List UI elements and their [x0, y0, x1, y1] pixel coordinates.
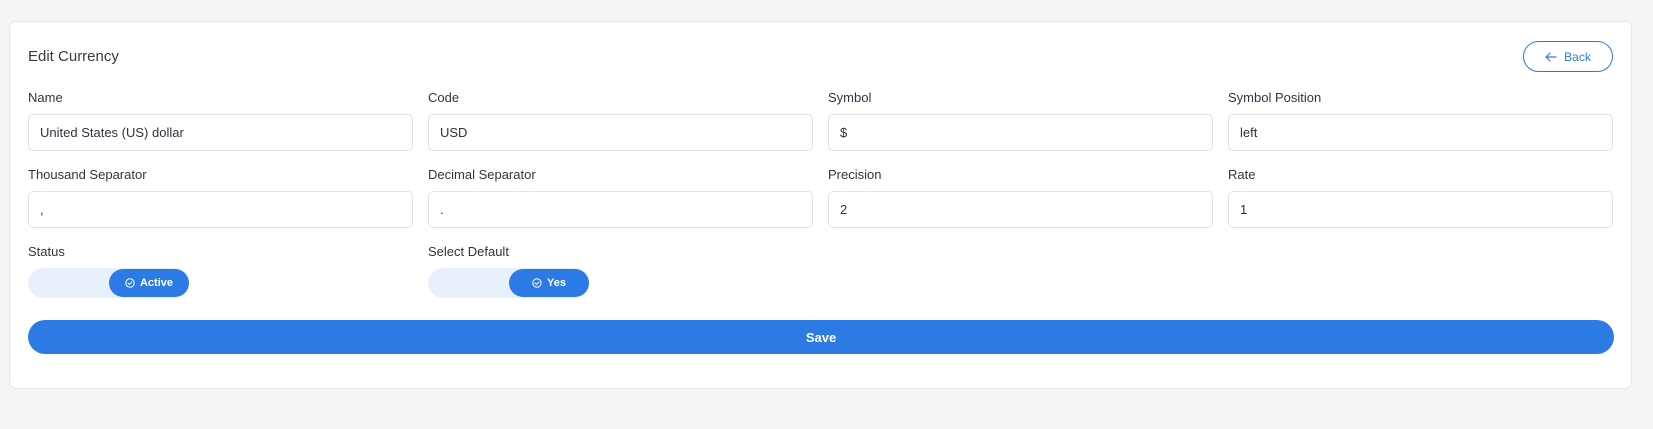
rate-label: Rate: [1228, 167, 1256, 182]
back-button-label: Back: [1564, 49, 1591, 64]
symbol-position-label: Symbol Position: [1228, 90, 1322, 105]
symbol-input[interactable]: [828, 114, 1213, 151]
field-symbol-position: Symbol Position: [1228, 89, 1613, 151]
thousand-separator-label: Thousand Separator: [28, 167, 147, 182]
select-default-toggle[interactable]: Yes: [428, 268, 589, 298]
select-default-label: Select Default: [428, 244, 509, 259]
toggle-row: Status Active Select Default Yes: [28, 243, 828, 298]
code-input[interactable]: [428, 114, 813, 151]
precision-label: Precision: [828, 167, 882, 182]
back-button[interactable]: Back: [1523, 41, 1613, 72]
status-toggle-label: Active: [139, 277, 174, 289]
check-circle-icon: [125, 278, 135, 288]
field-thousand-separator: Thousand Separator: [28, 166, 413, 228]
field-decimal-separator: Decimal Separator: [428, 166, 813, 228]
field-precision: Precision: [828, 166, 1213, 228]
symbol-position-input[interactable]: [1228, 114, 1613, 151]
save-button[interactable]: Save: [28, 320, 1614, 354]
field-symbol: Symbol: [828, 89, 1213, 151]
field-code: Code: [428, 89, 813, 151]
field-select-default: Select Default Yes: [428, 243, 828, 298]
thousand-separator-input[interactable]: [28, 191, 413, 228]
field-rate: Rate: [1228, 166, 1613, 228]
rate-input[interactable]: [1228, 191, 1613, 228]
status-toggle[interactable]: Active: [28, 268, 189, 298]
status-label: Status: [28, 244, 65, 259]
field-status: Status Active: [28, 243, 428, 298]
select-default-toggle-label: Yes: [547, 277, 566, 289]
page-title: Edit Currency: [28, 48, 119, 65]
arrow-left-icon: [1545, 51, 1557, 62]
name-label: Name: [28, 90, 63, 105]
code-label: Code: [428, 90, 460, 105]
name-input[interactable]: [28, 114, 413, 151]
currency-form-grid: Name Code Symbol Symbol Position Thousan…: [28, 89, 1614, 228]
symbol-label: Symbol: [828, 90, 872, 105]
decimal-separator-label: Decimal Separator: [428, 167, 536, 182]
select-default-toggle-knob: Yes: [509, 269, 589, 297]
field-name: Name: [28, 89, 413, 151]
edit-currency-card: Edit Currency Back Name Code Symbol Symb…: [9, 21, 1632, 389]
decimal-separator-input[interactable]: [428, 191, 813, 228]
precision-input[interactable]: [828, 191, 1213, 228]
status-toggle-knob: Active: [109, 269, 189, 297]
check-circle-icon: [532, 278, 542, 288]
